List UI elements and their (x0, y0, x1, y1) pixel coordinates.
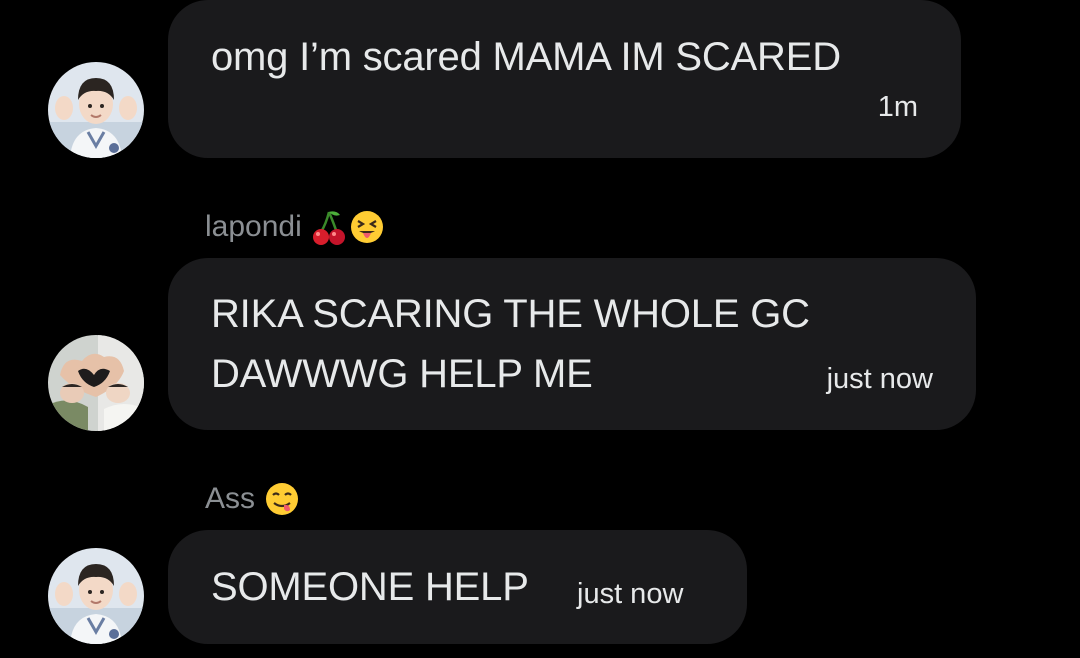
message-timestamp: just now (826, 363, 933, 395)
message-text-line: DAWWWG HELP ME (211, 352, 593, 396)
avatar[interactable] (48, 335, 144, 431)
message-timestamp: just now (577, 578, 684, 610)
message-bubble[interactable]: RIKA SCARING THE WHOLE GC DAWWWG HELP ME… (168, 258, 976, 430)
message-timestamp: 1m (877, 91, 918, 123)
sender-name-label: Ass (205, 482, 256, 515)
message-text: omg I’m scared MAMA IM SCARED (211, 35, 841, 79)
squinting-tongue-face-icon (350, 211, 383, 243)
boy-waving-avatar-icon (48, 62, 144, 158)
sender-name: Ass (205, 482, 299, 516)
sender-name: lapondi (205, 208, 384, 246)
message-bubble[interactable]: omg I’m scared MAMA IM SCARED 1m (168, 0, 961, 158)
heart-hands-avatar-icon (48, 335, 144, 431)
cherries-icon (312, 211, 345, 245)
message-text: SOMEONE HELP (211, 565, 529, 609)
boy-waving-avatar-icon (48, 548, 144, 644)
message-text-line: RIKA SCARING THE WHOLE GC (211, 292, 810, 336)
message-bubble[interactable]: SOMEONE HELP just now (168, 530, 747, 644)
yummy-face-icon (266, 483, 299, 515)
sender-name-label: lapondi (205, 210, 302, 243)
avatar[interactable] (48, 62, 144, 158)
avatar[interactable] (48, 548, 144, 644)
